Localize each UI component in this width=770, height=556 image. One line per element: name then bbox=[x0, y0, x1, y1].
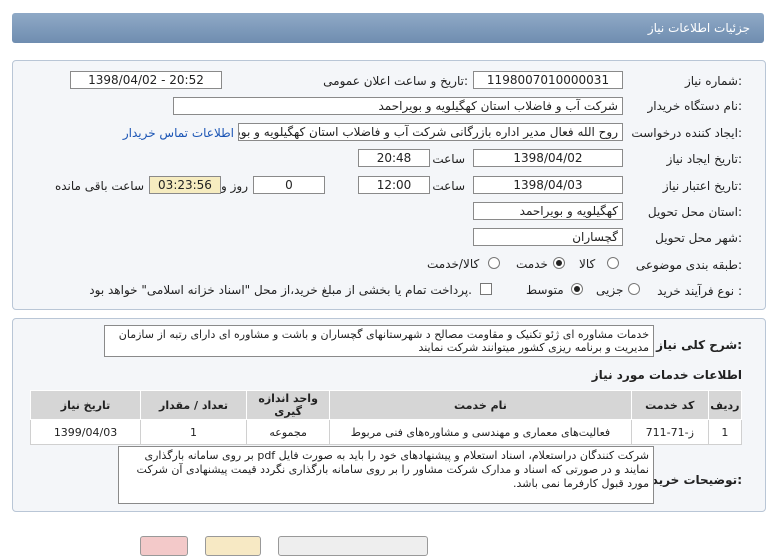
created-date-label: تاریخ ایجاد نیاز: bbox=[666, 152, 742, 166]
category-goods-label: کالا bbox=[579, 257, 596, 271]
col-unit: واحد اندازه گیری bbox=[245, 390, 331, 420]
cell-service-code: ز-71-711 bbox=[630, 419, 709, 445]
need-number-field: 1198007010000031 bbox=[473, 71, 623, 89]
valid-date-label: تاریخ اعتبار نیاز: bbox=[662, 179, 742, 193]
category-goods-radio[interactable] bbox=[607, 257, 619, 269]
category-service-radio[interactable] bbox=[553, 257, 565, 269]
remaining-days-field: 0 bbox=[253, 176, 325, 194]
buyer-notes-label: توضیحات خریدار: bbox=[640, 473, 742, 487]
days-label: روز و bbox=[221, 179, 248, 193]
treasury-payment-checkbox[interactable] bbox=[480, 283, 492, 295]
treasury-payment-note: پرداخت تمام یا بخشی از مبلغ خرید،از محل … bbox=[89, 283, 472, 297]
cell-row-number: 1 bbox=[707, 419, 743, 445]
title-bar: جزئیات اطلاعات نیاز bbox=[12, 13, 764, 43]
buyer-contact-link[interactable]: اطلاعات تماس خریدار bbox=[123, 126, 234, 140]
created-date-field: 1398/04/02 bbox=[473, 149, 623, 167]
delivery-province-label: استان محل تحویل: bbox=[647, 205, 742, 219]
category-label: طبقه بندی موضوعی: bbox=[635, 258, 742, 272]
action-button-1[interactable] bbox=[140, 536, 188, 556]
cell-service-name: فعالیت‌های معماری و مهندسی و مشاوره‌های … bbox=[329, 419, 632, 445]
description-label: شرح کلی نیاز: bbox=[656, 338, 742, 352]
remaining-time-label: ساعت باقی مانده bbox=[54, 179, 144, 193]
col-service-code: کد خدمت bbox=[630, 390, 709, 420]
services-table-header: تاریخ نیاز تعداد / مقدار واحد اندازه گیر… bbox=[29, 390, 743, 420]
table-row: 1399/04/03 1 مجموعه فعالیت‌های معماری و … bbox=[29, 419, 743, 445]
col-need-date: تاریخ نیاز bbox=[29, 390, 142, 420]
col-row-number: ردیف bbox=[707, 390, 743, 420]
buyer-org-label: نام دستگاه خریدار: bbox=[647, 99, 743, 113]
delivery-province-field: کهگیلویه و بویراحمد bbox=[473, 202, 623, 220]
page-title: جزئیات اطلاعات نیاز bbox=[647, 21, 750, 35]
cell-need-date: 1399/04/03 bbox=[29, 419, 142, 445]
col-quantity: تعداد / مقدار bbox=[140, 390, 247, 420]
action-button-3[interactable] bbox=[278, 536, 428, 556]
created-time-field: 20:48 bbox=[358, 149, 430, 167]
description-text: خدمات مشاوره ای ژئو تکنیک و مقاومت مصالح… bbox=[104, 325, 654, 357]
process-medium-label: متوسط bbox=[526, 283, 564, 297]
buyer-notes-text: شرکت کنندگان دراستعلام، اسناد استعلام و … bbox=[118, 446, 654, 504]
delivery-city-field: گچساران bbox=[473, 228, 623, 246]
announce-datetime-field: 1398/04/02 - 20:52 bbox=[70, 71, 222, 89]
buyer-org-field: شرکت آب و فاضلاب استان کهگیلویه و بویراح… bbox=[173, 97, 623, 115]
process-medium-radio[interactable] bbox=[571, 283, 583, 295]
process-partial-label: جزیی bbox=[596, 283, 624, 297]
action-button-2[interactable] bbox=[205, 536, 261, 556]
process-partial-radio[interactable] bbox=[628, 283, 640, 295]
category-service-label: خدمت bbox=[516, 257, 548, 271]
category-goods-service-label: کالا/خدمت bbox=[427, 257, 480, 271]
valid-date-field: 1398/04/03 bbox=[473, 176, 623, 194]
created-time-label: ساعت bbox=[432, 152, 465, 166]
purchase-process-label: نوع فرآیند خرید : bbox=[657, 284, 742, 298]
requester-label: ایجاد کننده درخواست: bbox=[631, 126, 742, 140]
cell-unit: مجموعه bbox=[245, 419, 331, 445]
cell-quantity: 1 bbox=[140, 419, 247, 445]
need-number-label: شماره نیاز: bbox=[684, 74, 742, 88]
valid-time-label: ساعت bbox=[432, 179, 465, 193]
delivery-city-label: شهر محل تحویل: bbox=[655, 231, 742, 245]
remaining-time-field: 03:23:56 bbox=[149, 176, 221, 194]
category-goods-service-radio[interactable] bbox=[488, 257, 500, 269]
col-service-name: نام خدمت bbox=[329, 390, 632, 420]
services-section-title: اطلاعات خدمات مورد نیاز bbox=[591, 368, 742, 382]
requester-field: روح الله فعال مدیر اداره بازرگانی شرکت آ… bbox=[238, 123, 623, 141]
services-table: تاریخ نیاز تعداد / مقدار واحد اندازه گیر… bbox=[29, 390, 743, 445]
valid-time-field: 12:00 bbox=[358, 176, 430, 194]
announce-datetime-label: تاریخ و ساعت اعلان عمومی: bbox=[323, 74, 468, 88]
